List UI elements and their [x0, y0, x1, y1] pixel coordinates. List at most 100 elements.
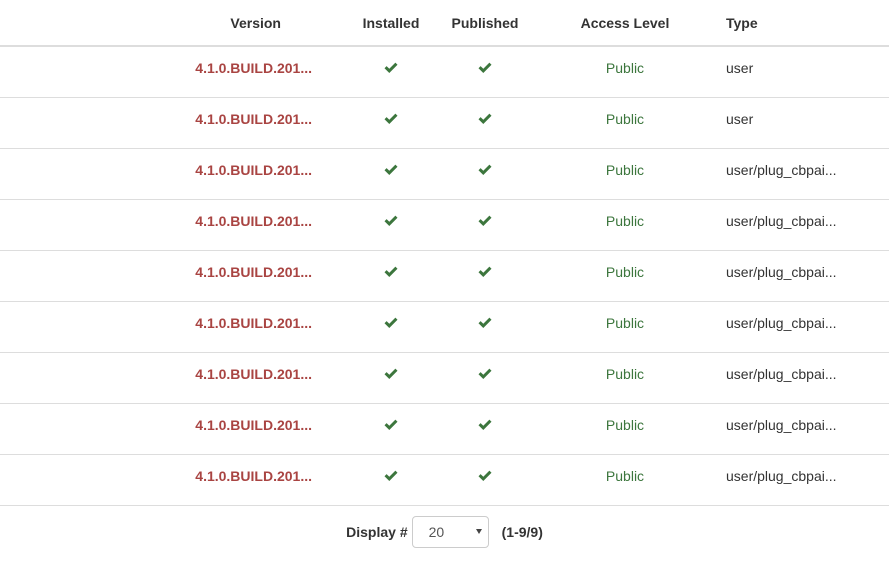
type-cell: user/plug_cbpai... — [726, 352, 889, 404]
installed-cell-inner — [336, 302, 446, 335]
check-icon[interactable] — [477, 61, 493, 75]
table-header: Version Installed Published Access Level… — [0, 0, 889, 47]
check-icon[interactable] — [477, 367, 493, 381]
version-cell-inner: 4.1.0.BUILD.201... — [0, 149, 336, 180]
check-icon[interactable] — [477, 469, 493, 483]
limit-select[interactable]: 20 — [411, 516, 489, 548]
installed-cell — [336, 454, 446, 506]
type-cell: user/plug_cbpai... — [726, 301, 889, 353]
table-row: 4.1.0.BUILD.201... Public user/plug_cbpai.… — [0, 148, 889, 200]
access-level-cell: Public — [524, 250, 726, 302]
type-cell: user — [726, 46, 889, 98]
version-link[interactable]: 4.1.0.BUILD.201... — [195, 264, 312, 280]
access-level-cell: Public — [524, 454, 726, 506]
published-cell — [446, 250, 524, 302]
check-icon[interactable] — [383, 214, 399, 228]
check-icon[interactable] — [477, 418, 493, 432]
version-cell: 4.1.0.BUILD.201... — [0, 250, 336, 302]
type-value: user — [726, 110, 754, 127]
check-icon[interactable] — [383, 163, 399, 177]
published-cell-inner — [446, 251, 524, 284]
access-level-value: Public — [605, 263, 645, 280]
version-cell: 4.1.0.BUILD.201... — [0, 97, 336, 149]
version-link[interactable]: 4.1.0.BUILD.201... — [195, 60, 312, 76]
type-value: user/plug_cbpai... — [726, 263, 837, 280]
version-cell-inner: 4.1.0.BUILD.201... — [0, 251, 336, 282]
header-type[interactable]: Type — [726, 0, 889, 47]
installed-cell-inner — [336, 404, 446, 437]
installed-cell-inner — [336, 149, 446, 182]
installed-cell-inner — [336, 200, 446, 233]
version-link[interactable]: 4.1.0.BUILD.201... — [195, 468, 312, 484]
version-cell: 4.1.0.BUILD.201... — [0, 352, 336, 404]
published-cell — [446, 97, 524, 149]
type-cell: user/plug_cbpai... — [726, 199, 889, 251]
type-value: user/plug_cbpai... — [726, 161, 837, 178]
access-level-value: Public — [605, 314, 645, 331]
check-icon[interactable] — [383, 469, 399, 483]
check-icon[interactable] — [383, 265, 399, 279]
published-cell-inner — [446, 149, 524, 182]
access-level-value: Public — [605, 212, 645, 229]
version-link[interactable]: 4.1.0.BUILD.201... — [195, 315, 312, 331]
check-icon[interactable] — [477, 112, 493, 126]
header-installed[interactable]: Installed — [336, 0, 446, 47]
check-icon[interactable] — [383, 112, 399, 126]
published-cell-inner — [446, 98, 524, 131]
version-link[interactable]: 4.1.0.BUILD.201... — [195, 213, 312, 229]
type-cell: user/plug_cbpai... — [726, 454, 889, 506]
limit-select-value: 20 — [428, 524, 445, 540]
check-icon[interactable] — [477, 265, 493, 279]
pagination-footer: Display # 20 (1-9/9) — [0, 515, 889, 551]
type-cell: user/plug_cbpai... — [726, 148, 889, 200]
installed-cell — [336, 199, 446, 251]
type-cell: user/plug_cbpai... — [726, 403, 889, 455]
check-icon[interactable] — [383, 418, 399, 432]
version-cell: 4.1.0.BUILD.201... — [0, 454, 336, 506]
type-value: user/plug_cbpai... — [726, 467, 837, 484]
published-cell-inner — [446, 200, 524, 233]
published-cell-inner — [446, 353, 524, 386]
check-icon[interactable] — [477, 316, 493, 330]
published-cell — [446, 148, 524, 200]
table-row: 4.1.0.BUILD.201... Public user/plug_cbpai.… — [0, 454, 889, 506]
installed-cell — [336, 403, 446, 455]
version-cell: 4.1.0.BUILD.201... — [0, 199, 336, 251]
type-value: user/plug_cbpai... — [726, 416, 837, 433]
version-link[interactable]: 4.1.0.BUILD.201... — [195, 162, 312, 178]
version-link[interactable]: 4.1.0.BUILD.201... — [195, 111, 312, 127]
installed-cell — [336, 301, 446, 353]
plugins-table: Version Installed Published Access Level… — [0, 0, 889, 506]
header-published[interactable]: Published — [446, 0, 524, 47]
access-level-cell: Public — [524, 97, 726, 149]
version-link[interactable]: 4.1.0.BUILD.201... — [195, 366, 312, 382]
access-level-cell: Public — [524, 148, 726, 200]
published-cell — [446, 403, 524, 455]
header-version[interactable]: Version — [0, 0, 336, 47]
table-body: 4.1.0.BUILD.201... Public user 4.1.0.BUILD.… — [0, 46, 889, 506]
header-access-level[interactable]: Access Level — [524, 0, 726, 47]
published-cell — [446, 199, 524, 251]
version-link[interactable]: 4.1.0.BUILD.201... — [195, 417, 312, 433]
results-count: (1-9/9) — [501, 524, 543, 540]
table-row: 4.1.0.BUILD.201... Public user — [0, 46, 889, 98]
installed-cell — [336, 352, 446, 404]
installed-cell-inner — [336, 47, 446, 80]
table-row: 4.1.0.BUILD.201... Public user/plug_cbpai.… — [0, 199, 889, 251]
check-icon[interactable] — [477, 214, 493, 228]
check-icon[interactable] — [477, 163, 493, 177]
check-icon[interactable] — [383, 316, 399, 330]
check-icon[interactable] — [383, 61, 399, 75]
access-level-cell: Public — [524, 46, 726, 98]
table-row: 4.1.0.BUILD.201... Public user/plug_cbpai.… — [0, 301, 889, 353]
table-row: 4.1.0.BUILD.201... Public user — [0, 97, 889, 149]
check-icon[interactable] — [383, 367, 399, 381]
installed-cell — [336, 97, 446, 149]
access-level-cell: Public — [524, 301, 726, 353]
installed-cell-inner — [336, 251, 446, 284]
installed-cell — [336, 46, 446, 98]
version-cell: 4.1.0.BUILD.201... — [0, 301, 336, 353]
version-cell-inner: 4.1.0.BUILD.201... — [0, 353, 336, 384]
version-cell-inner: 4.1.0.BUILD.201... — [0, 47, 336, 78]
type-cell: user — [726, 97, 889, 149]
